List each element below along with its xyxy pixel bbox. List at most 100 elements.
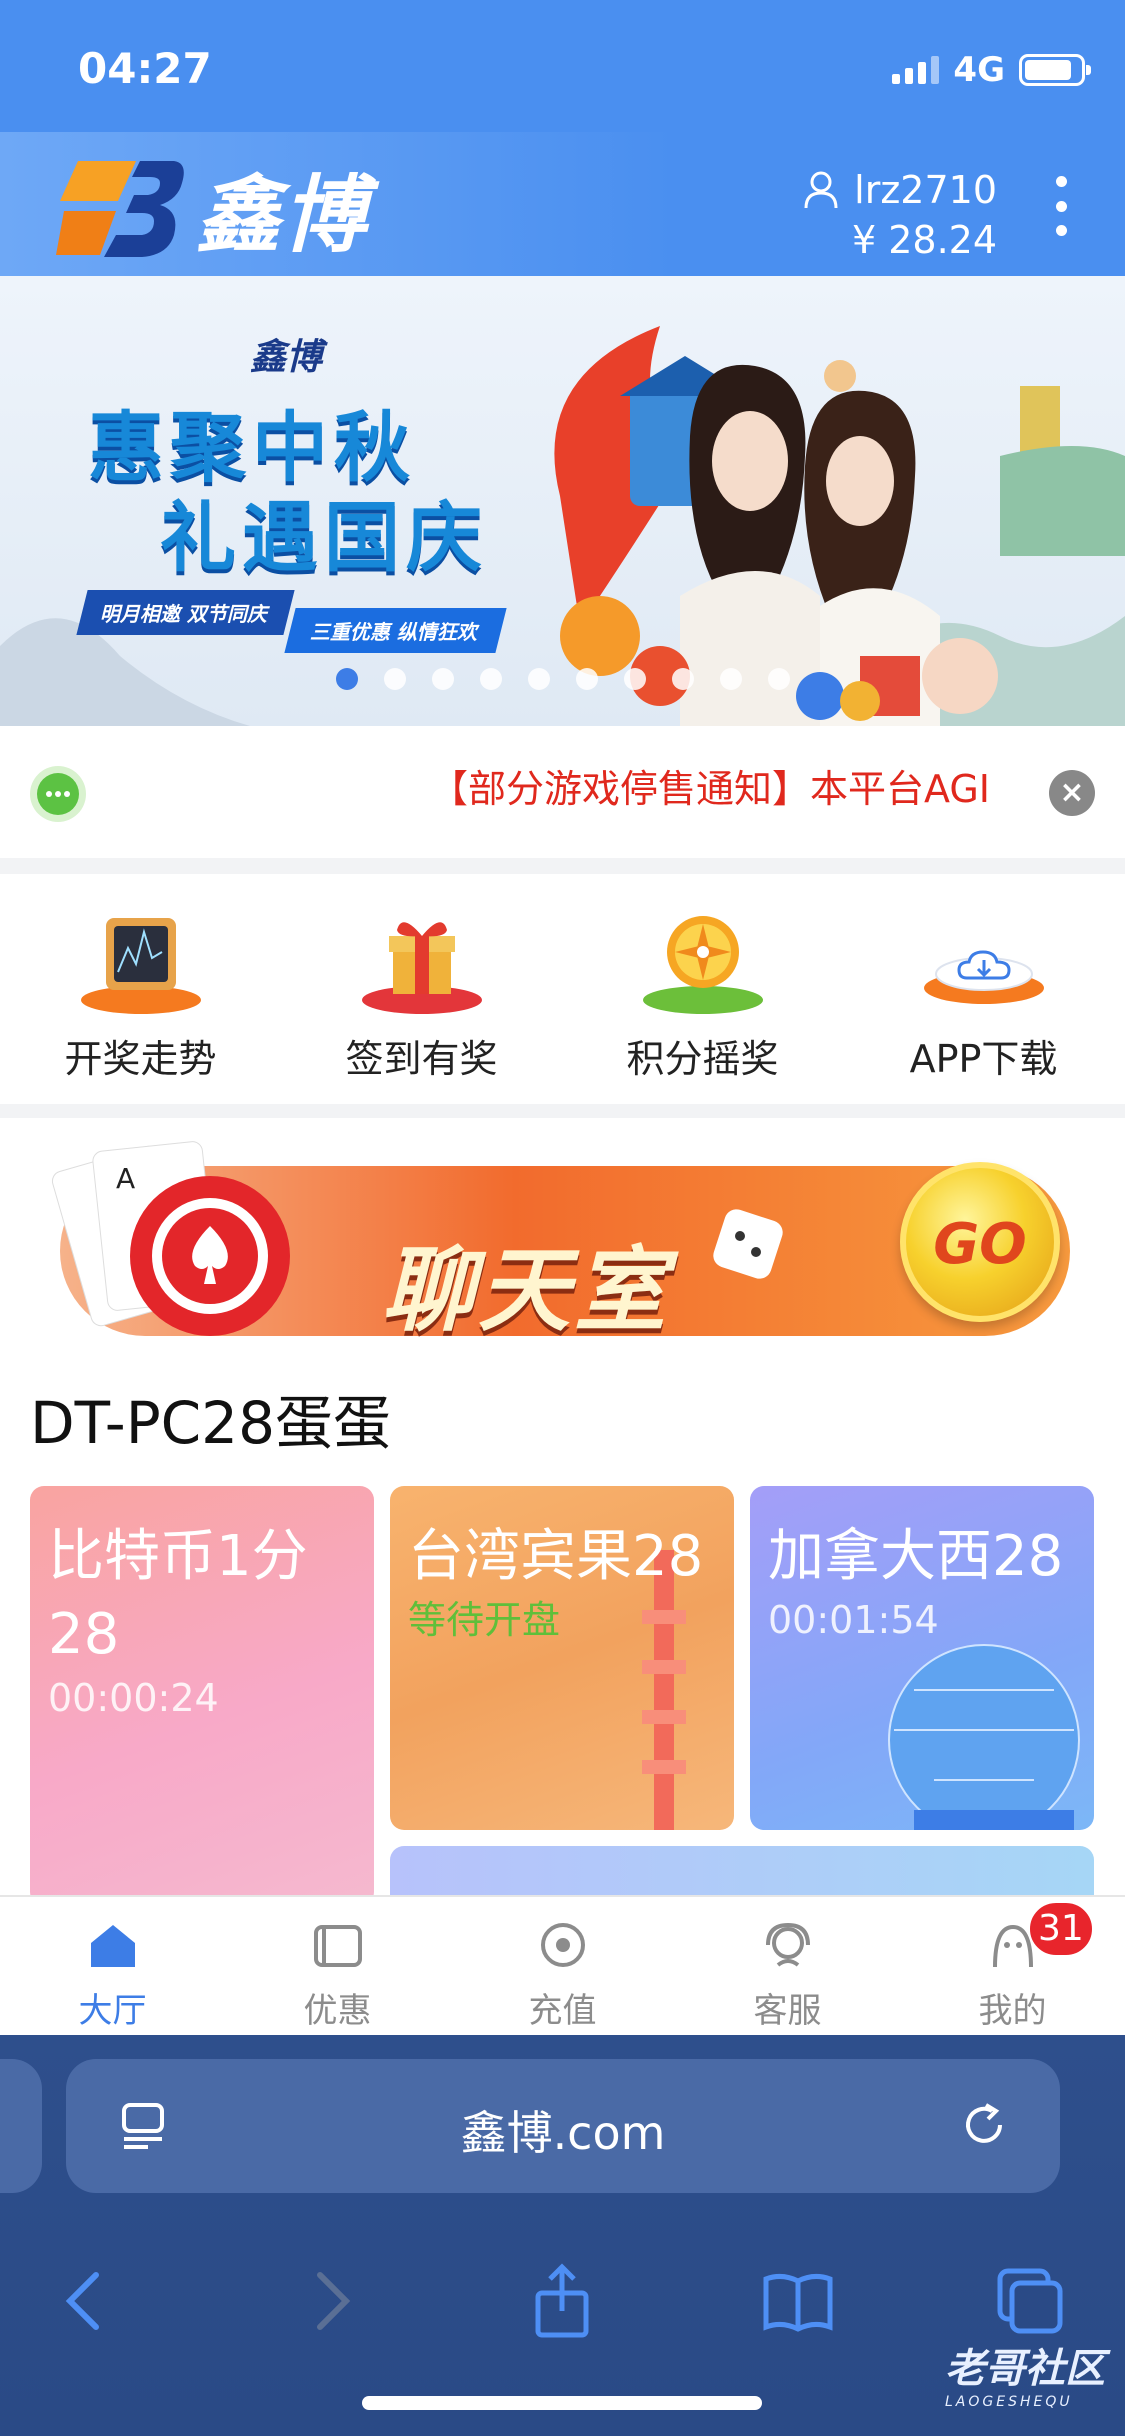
carousel-dot[interactable] — [432, 668, 454, 690]
game-name: 台湾宾果28 — [408, 1524, 704, 1589]
close-icon[interactable]: × — [1049, 770, 1095, 816]
battery-icon — [1019, 54, 1091, 86]
carousel-dot[interactable] — [720, 668, 742, 690]
tab-profile[interactable]: 我的 31 — [900, 1897, 1125, 2035]
notice-text: 【部分游戏停售通知】本平台AGI — [430, 767, 990, 811]
prize-wheel-icon — [638, 908, 768, 1018]
carousel-dot[interactable] — [768, 668, 790, 690]
carousel-dot[interactable] — [528, 668, 550, 690]
notification-badge: 31 — [1028, 1901, 1094, 1957]
tab-customer-service[interactable]: 客服 — [675, 1897, 900, 2035]
status-indicators: 4G — [892, 50, 1091, 90]
tab-label: 我的 — [978, 1991, 1047, 2031]
quick-item-app-download[interactable]: APP下载 — [843, 874, 1124, 1104]
go-text: GO — [933, 1212, 1027, 1277]
watermark-logo: 老哥社区 LAOGESHEQU — [945, 2336, 1105, 2410]
game-card-title: 比特币1分 28 00:00:24 — [48, 1518, 308, 1722]
carousel-dot[interactable] — [384, 668, 406, 690]
gift-box-icon — [357, 908, 487, 1018]
user-info[interactable]: lrz2710 ¥ 28.24 — [804, 168, 997, 262]
carousel-dot[interactable] — [576, 668, 598, 690]
game-name-line2: 28 — [48, 1602, 120, 1667]
forward-icon[interactable] — [290, 2261, 370, 2341]
tab-label: 大厅 — [78, 1991, 147, 2031]
tab-lobby[interactable]: 大厅 — [0, 1897, 225, 2035]
tab-label: 客服 — [753, 1991, 822, 2031]
watermark-subtext: LAOGESHEQU — [945, 2394, 1073, 2410]
carousel-dot[interactable] — [624, 668, 646, 690]
status-time: 04:27 — [78, 44, 212, 93]
home-indicator[interactable] — [362, 2396, 762, 2410]
user-name-row: lrz2710 — [804, 168, 997, 212]
banner-title-line2: 礼遇国庆 — [160, 493, 488, 582]
main-content: A 聊天室 GO DT-PC28蛋蛋 比特币1分 28 00:00:24 台湾宾… — [0, 1118, 1125, 1898]
logo-mark-icon — [56, 155, 186, 263]
home-icon — [90, 1925, 135, 1967]
tab-recharge[interactable]: 充值 — [450, 1897, 675, 2035]
banner-illustration — [554, 326, 1125, 726]
notice-bar[interactable]: 【部分游戏停售通知】本平台AGI × — [0, 726, 1125, 858]
banner-logo: 鑫博 — [250, 337, 323, 378]
banner-tag-1: 明月相邀 双节同庆 — [76, 590, 295, 635]
recharge-icon — [540, 1923, 585, 1967]
go-button[interactable]: GO — [900, 1162, 1060, 1322]
quick-item-trend[interactable]: 开奖走势 — [0, 874, 281, 1104]
tab-label: 充值 — [528, 1991, 597, 2031]
carousel-dot[interactable] — [672, 668, 694, 690]
logo-text: 鑫博 — [196, 165, 369, 264]
bookmarks-icon[interactable] — [758, 2261, 838, 2341]
customer-service-icon — [765, 1922, 810, 1967]
previous-tab-stub[interactable] — [0, 2059, 42, 2193]
watermark-text: 老哥社区 — [945, 2346, 1105, 2392]
carousel-dot[interactable] — [480, 668, 502, 690]
cloud-download-icon — [919, 908, 1049, 1018]
url-text: 鑫博.com — [460, 2106, 666, 2160]
svg-text:A: A — [116, 1162, 135, 1195]
dice-icon — [713, 1209, 783, 1279]
game-timer: 00:01:54 — [768, 1598, 939, 1642]
trend-chart-icon — [76, 908, 206, 1018]
quick-menu: 开奖走势 签到有奖 积分摇奖 APP下载 — [0, 874, 1125, 1104]
tab-label: 优惠 — [303, 1991, 372, 2031]
carousel-dots[interactable] — [336, 668, 790, 690]
game-name-line1: 比特币1分 — [48, 1524, 308, 1589]
chat-bubble-icon — [26, 762, 90, 830]
quick-item-label: 积分摇奖 — [626, 1037, 779, 1081]
more-menu-button[interactable] — [1041, 176, 1081, 236]
quick-item-lottery[interactable]: 积分摇奖 — [562, 874, 843, 1104]
poker-chip-icon: A — [51, 1141, 290, 1336]
game-card[interactable]: 比特币1分 28 00:00:24 — [30, 1486, 374, 1898]
address-bar[interactable]: 鑫博.com — [66, 2059, 1060, 2193]
balance: ¥ 28.24 — [851, 218, 997, 262]
game-name: 加拿大西28 — [768, 1524, 1064, 1589]
quick-item-label: APP下载 — [909, 1037, 1058, 1081]
quick-item-label: 签到有奖 — [345, 1037, 498, 1081]
game-card-title: 台湾宾果28 等待开盘 — [408, 1518, 703, 1644]
user-icon — [804, 171, 838, 209]
tabs-icon[interactable] — [990, 2261, 1070, 2341]
quick-item-signin[interactable]: 签到有奖 — [281, 874, 562, 1104]
game-card[interactable]: 加拿大西28 00:01:54 — [750, 1486, 1094, 1830]
reload-icon[interactable] — [956, 2097, 1012, 2153]
logo[interactable]: 鑫博 — [56, 148, 368, 269]
game-card-partial[interactable] — [390, 1846, 1094, 1898]
section-title: DT-PC28蛋蛋 — [30, 1389, 391, 1457]
coupon-icon — [313, 1925, 362, 1967]
banner-tag-2: 三重优惠 纵情狂欢 — [284, 608, 507, 653]
signal-icon — [892, 56, 940, 84]
promo-banner-carousel[interactable]: 鑫博 惠聚中秋 礼遇国庆 明月相邀 双节同庆 三重优惠 纵情狂欢 — [0, 276, 1125, 726]
chat-room-title: 聊天室 — [382, 1237, 671, 1344]
game-card-title: 加拿大西28 00:01:54 — [768, 1518, 1063, 1644]
game-card[interactable]: 台湾宾果28 等待开盘 — [390, 1486, 734, 1830]
carousel-dot[interactable] — [336, 668, 358, 690]
game-status: 等待开盘 — [408, 1598, 561, 1642]
quick-item-label: 开奖走势 — [64, 1037, 217, 1081]
username: lrz2710 — [854, 168, 997, 212]
tab-promotions[interactable]: 优惠 — [225, 1897, 450, 2035]
status-bar: 04:27 4G — [0, 0, 1125, 132]
game-timer: 00:00:24 — [48, 1676, 219, 1720]
back-icon[interactable] — [46, 2261, 126, 2341]
bottom-tab-bar: 大厅 优惠 充值 客服 我的 31 — [0, 1895, 1125, 2035]
share-icon[interactable] — [522, 2261, 602, 2341]
network-type: 4G — [953, 50, 1005, 90]
